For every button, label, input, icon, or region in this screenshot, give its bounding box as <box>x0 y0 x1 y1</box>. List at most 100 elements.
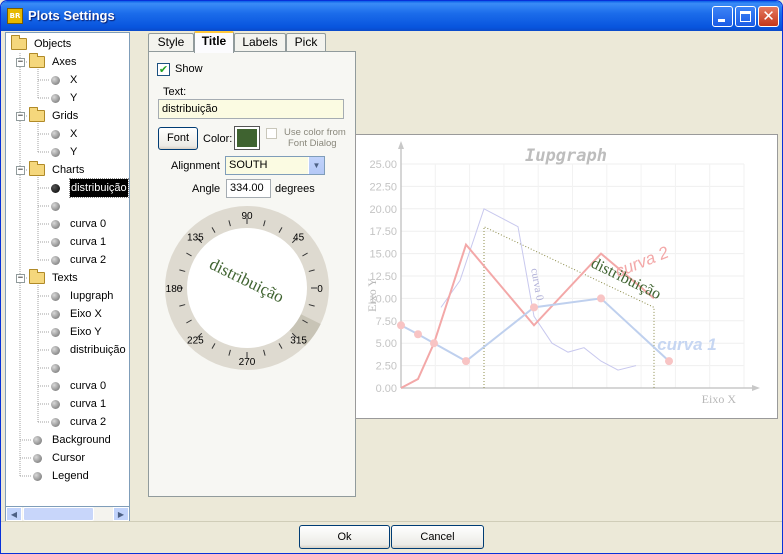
dial-label: 180 <box>166 284 183 295</box>
minimize-icon <box>718 19 725 22</box>
tab-labels[interactable]: Labels <box>234 33 286 52</box>
tree-item[interactable]: Background <box>6 431 129 449</box>
tree-item-label: Iupgraph <box>70 290 114 302</box>
annotation-curva-2: curva 2 <box>613 242 672 281</box>
tree-item[interactable]: Eixo X <box>6 305 129 323</box>
dial-label: 225 <box>187 336 204 347</box>
cancel-button[interactable]: Cancel <box>391 525 484 549</box>
line-chart: 0.002.505.007.5010.0012.5015.0017.5020.0… <box>365 141 760 406</box>
chevron-down-icon: ▼ <box>308 157 324 174</box>
node-icon <box>51 310 60 319</box>
y-tick-label: 22.50 <box>369 181 397 193</box>
node-icon <box>51 364 60 373</box>
collapse-icon[interactable]: − <box>16 274 25 283</box>
minimize-button[interactable] <box>712 6 733 27</box>
tree-item[interactable]: distribuição <box>6 341 129 359</box>
tree-item[interactable]: − Charts <box>6 161 129 179</box>
use-color-checkbox[interactable] <box>266 128 277 139</box>
tree-item[interactable] <box>6 359 129 377</box>
node-icon <box>51 328 60 337</box>
font-button[interactable]: Font <box>158 127 198 150</box>
title-tab-panel: ✔ Show Text: distribuição Font Color: Us… <box>148 51 356 497</box>
tree-item[interactable]: − Texts <box>6 269 129 287</box>
tab-pick[interactable]: Pick <box>286 33 326 52</box>
tree-item-label: Eixo X <box>70 308 102 320</box>
y-tick-label: 0.00 <box>376 383 397 395</box>
node-icon <box>33 454 42 463</box>
node-icon <box>51 292 60 301</box>
show-checkbox[interactable]: ✔ <box>157 63 170 76</box>
scroll-thumb[interactable] <box>23 507 94 521</box>
tree-item-label: Texts <box>52 272 78 284</box>
node-icon <box>33 472 42 481</box>
folder-icon <box>29 161 45 176</box>
alignment-select[interactable]: SOUTH ▼ <box>225 156 325 175</box>
chart-preview: 0.00 2.50 5.00 7.50 10.00 12.50 15.00 17.50 20.0… <box>355 134 778 419</box>
tree-item[interactable]: Eixo Y <box>6 323 129 341</box>
folder-icon <box>29 269 45 284</box>
collapse-icon[interactable]: − <box>16 166 25 175</box>
tree-item[interactable]: curva 0 <box>6 377 129 395</box>
tree-item[interactable] <box>6 197 129 215</box>
tree-item[interactable]: Legend <box>6 467 129 485</box>
tree-item[interactable]: − Grids <box>6 107 129 125</box>
tree-item[interactable]: X <box>6 71 129 89</box>
tree-item-label: Cursor <box>52 452 86 464</box>
tree-item[interactable]: curva 0 <box>6 215 129 233</box>
series-distribuicao <box>483 225 655 388</box>
tree-item[interactable]: curva 1 <box>6 233 129 251</box>
tree-item-label: curva 2 <box>70 416 107 428</box>
title-bar[interactable]: BR Plots Settings ✕ <box>1 1 782 31</box>
tree-item[interactable]: Y <box>6 143 129 161</box>
collapse-icon[interactable]: − <box>16 58 25 67</box>
tab-title[interactable]: Title <box>194 31 234 53</box>
y-tick-label: 20.00 <box>369 204 397 216</box>
scroll-left-icon[interactable]: ◀ <box>6 507 22 521</box>
tree-item-label: X <box>70 74 78 86</box>
tree-item[interactable]: − Axes <box>6 53 129 71</box>
close-button[interactable]: ✕ <box>758 6 779 27</box>
tree-item[interactable]: Y <box>6 89 129 107</box>
node-icon <box>51 184 60 193</box>
tree-item[interactable]: Cursor <box>6 449 129 467</box>
alignment-label: Alignment <box>171 160 220 172</box>
data-point <box>462 357 470 366</box>
plots-settings-window: BR Plots Settings ✕ Objects − Axes X Y − Grids… <box>0 0 783 554</box>
maximize-button[interactable] <box>735 6 756 27</box>
color-label: Color: <box>203 133 233 145</box>
maximize-icon <box>740 11 751 22</box>
tree-item[interactable]: distribuição <box>6 178 129 198</box>
folder-icon <box>11 35 27 50</box>
tree-item[interactable]: curva 1 <box>6 395 129 413</box>
show-label: Show <box>175 63 203 75</box>
dial-label: 45 <box>293 232 305 243</box>
node-icon <box>51 76 60 85</box>
x-axis-label: Eixo X <box>702 392 737 406</box>
scroll-right-icon[interactable]: ▶ <box>113 507 129 521</box>
angle-field[interactable]: 334.00 <box>226 179 271 198</box>
data-point <box>414 330 422 339</box>
y-tick-label: 17.50 <box>369 226 397 238</box>
tree-item-label: curva 1 <box>70 236 107 248</box>
window-title: Plots Settings <box>28 8 115 23</box>
collapse-icon[interactable]: − <box>16 112 25 121</box>
angle-dial[interactable]: 90450315270225180135distribuição <box>162 203 332 373</box>
tree-item[interactable]: X <box>6 125 129 143</box>
y-axis-label: Eixo Y <box>365 278 379 312</box>
ok-button[interactable]: Ok <box>299 525 390 549</box>
node-icon <box>51 418 60 427</box>
tree-item[interactable]: Iupgraph <box>6 287 129 305</box>
color-swatch-button[interactable] <box>234 126 260 150</box>
use-color-label-line2: Font Dialog <box>288 138 337 149</box>
tab-style[interactable]: Style <box>148 33 194 52</box>
tree-item-label: curva 0 <box>70 218 107 230</box>
tree-item[interactable]: curva 2 <box>6 251 129 269</box>
tree-horizontal-scrollbar[interactable]: ◀ ▶ <box>5 506 130 522</box>
tree-item-label: Legend <box>52 470 89 482</box>
title-text-field[interactable]: distribuição <box>158 99 344 119</box>
node-icon <box>51 94 60 103</box>
objects-tree[interactable]: Objects − Axes X Y − Grids X Y − Charts distribuiçã… <box>5 32 130 521</box>
tree-item[interactable]: Objects <box>6 35 129 53</box>
tree-item[interactable]: curva 2 <box>6 413 129 431</box>
tree-item-label: Objects <box>34 38 72 50</box>
